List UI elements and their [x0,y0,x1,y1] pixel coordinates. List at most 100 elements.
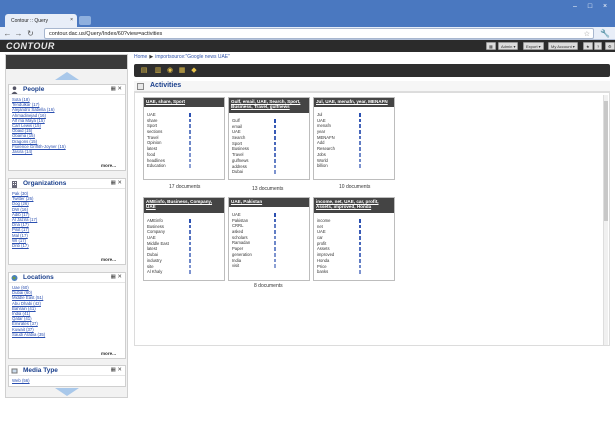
term-weight-bar [274,147,276,152]
activity-card-title[interactable]: Gulf, email, UAE, Search, Sport, Busines… [229,98,309,113]
term-weight-bar [359,135,361,140]
export-menu-button[interactable]: Export ▾ [523,42,544,50]
activity-card-title[interactable]: UAE, Pakistan [229,198,309,207]
new-tab-button[interactable] [79,16,91,25]
minimize-icon[interactable]: – [568,3,582,11]
term-weight-bar [189,236,191,240]
term-weight-bar [274,170,276,174]
term-list: Jul UAE menafn year MENAFN Add Research Jobs Wor… [314,110,396,171]
term-label: billion [317,163,328,169]
term-weight-bar [274,235,276,240]
widget-menu-close-icon[interactable]: ▦ ✕ [111,367,122,373]
activity-card-title[interactable]: AMEinfo, Business, Company, UAE [144,198,224,213]
term-label: Business [232,146,249,152]
browser-tab[interactable]: Contour :: Query × [5,14,77,27]
document-count[interactable]: 17 documents [169,184,200,190]
settings-button[interactable]: ⚙ [605,42,615,50]
document-count[interactable]: 8 documents [254,283,283,289]
breadcrumb-home[interactable]: Home [134,54,147,60]
more-link[interactable]: more... [101,257,116,262]
term-weight-bar [189,264,191,269]
reload-icon[interactable]: ↻ [26,29,35,38]
scrollbar-thumb[interactable] [604,101,608,221]
scroll-down-icon[interactable] [53,387,81,397]
term-weight-bar [359,230,361,235]
term-label: Gulf [232,118,240,123]
grid-button[interactable]: ▦ [486,42,496,50]
term-label: UAE [317,229,326,235]
activity-card: Jul, UAE, menafn, year, MENAFN Jul UAE mena… [313,97,395,180]
term-label: profit [317,240,327,246]
account-menu-button[interactable]: My Account ▾ [548,42,578,50]
term-weight-bar [189,141,191,146]
forward-arrow-icon[interactable]: → [14,29,23,38]
scroll-up-icon[interactable] [53,71,81,81]
facet-item[interactable]: Dnb (17) [12,243,125,248]
activities-view-icon[interactable]: ▥ [154,67,162,75]
widget-menu-close-icon[interactable]: ▦ ✕ [111,274,122,280]
bookmark-star-icon[interactable]: ☆ [584,30,590,38]
panel-scrollbar[interactable] [603,95,608,345]
facet-list: Sota (18) Tendulkar (17) Alejandro Sabella… [9,95,125,154]
term-weight-bar [189,253,191,257]
term-weight-bar [359,158,361,163]
term-row[interactable]: billion [317,163,393,169]
app-logo[interactable]: CONTOUR [6,41,55,51]
wrench-menu-icon[interactable]: 🔧 [600,29,610,38]
widget-header: Locations ▦ ✕ [9,273,125,283]
term-label: Ramadan [232,240,251,246]
term-label: latest [147,246,158,252]
term-weight-bar [189,230,191,235]
facet-item[interactable]: Saudi Arabia (35) [12,332,125,337]
widget-menu-close-icon[interactable]: ▦ ✕ [111,86,122,92]
term-list: UAE share Sport sections Travel Opinion latest… [144,110,226,171]
term-row[interactable]: banks [317,269,393,275]
close-window-icon[interactable]: × [598,3,612,11]
more-link[interactable]: more... [101,351,116,356]
document-view-icon[interactable]: ▤ [140,67,148,75]
term-weight-bar [359,247,361,252]
term-weight-bar [359,224,361,229]
address-bar[interactable]: contour.dac.us/Query/Index/60?view=activ… [44,28,594,39]
facet-item[interactable]: Web (56) [12,378,125,383]
term-weight-bar [189,219,191,223]
term-weight-bar [274,230,276,234]
document-count[interactable]: 13 documents [252,186,283,192]
term-row[interactable]: Dubai [232,169,308,175]
term-weight-bar [359,241,361,246]
term-row[interactable]: Al Khaly [147,269,223,275]
document-count[interactable]: 10 documents [339,184,370,190]
admin-menu-button[interactable]: Admin ▾ [498,42,519,50]
term-weight-bar [359,118,361,123]
activity-card: AMEinfo, Business, Company, UAE AMEinfo Bu… [143,197,225,281]
term-label: MENAFN [317,134,335,140]
globe-icon [11,275,18,281]
tag-view-icon[interactable]: ◆ [190,67,198,75]
activity-card-title[interactable]: Jul, UAE, menafn, year, MENAFN [314,98,394,107]
chart-view-icon[interactable]: ▦ [178,67,186,75]
organizations-widget: Organizations ▦ ✕ Pak (30) Twitter (26) Do… [8,178,126,265]
term-weight-bar [359,270,361,274]
facet-item[interactable]: Jasira (14) [12,149,125,154]
breadcrumb-query[interactable]: importsource:"Google news UAE" [155,54,230,60]
term-row[interactable]: visit [232,263,308,269]
term-label: scholars [232,234,248,240]
term-row[interactable]: Education [147,163,223,169]
close-tab-icon[interactable]: × [70,17,73,23]
page: { "browser": { "tab_title": "Contour :: … [0,0,615,424]
activity-card-title[interactable]: UAE, share, Sport [144,98,224,107]
back-arrow-icon[interactable]: ← [3,29,12,38]
help-button[interactable]: ? [594,42,603,50]
favorite-button[interactable]: ★ [583,42,593,50]
view-toolbar: ▤ ▥ ◉ ▦ ◆ [134,64,610,77]
globe-view-icon[interactable]: ◉ [166,67,174,75]
term-label: Jobs [317,151,326,157]
maximize-icon[interactable]: □ [583,3,597,11]
term-label: UAE [147,235,156,241]
activity-card-title[interactable]: income, net, UAE, car, profit, Assets, i… [314,198,394,213]
term-weight-bar [359,124,361,129]
widget-menu-close-icon[interactable]: ▦ ✕ [111,180,122,186]
term-weight-bar [359,219,361,223]
term-label: Pakistan [232,217,249,223]
more-link[interactable]: more... [101,163,116,168]
